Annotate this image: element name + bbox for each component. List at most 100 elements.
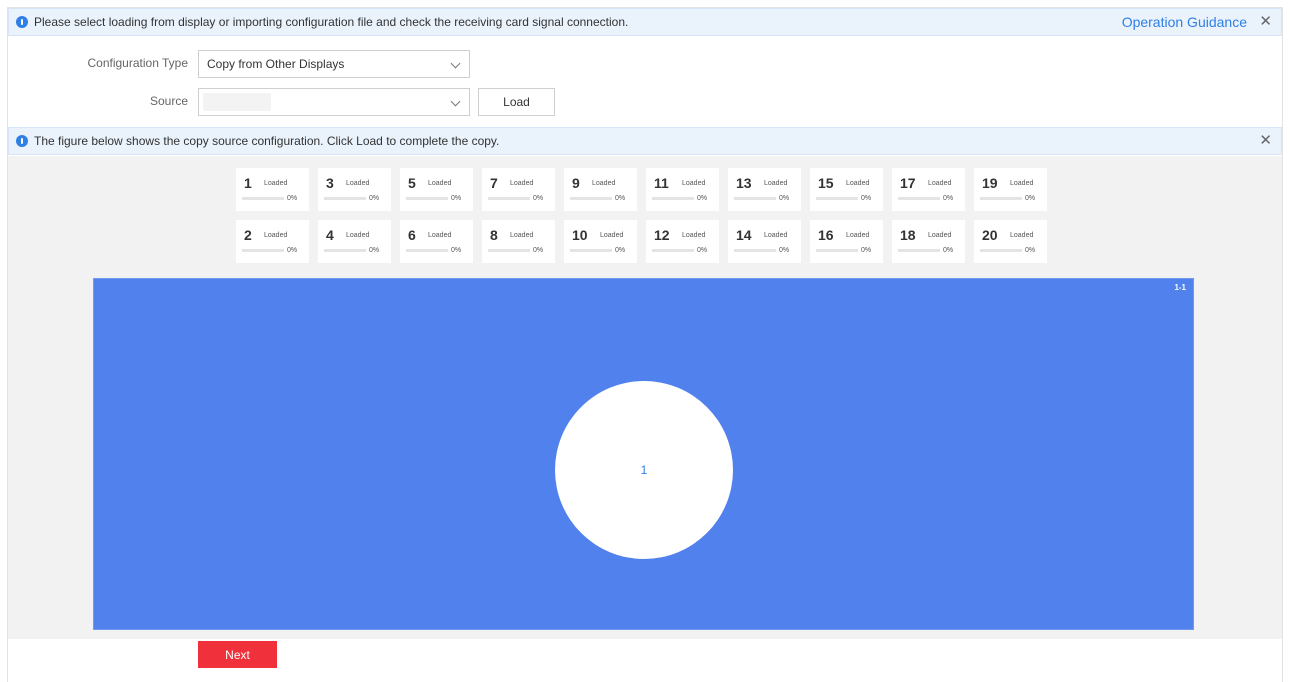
receiving-card[interactable]: 10 Loaded 0% xyxy=(564,220,637,263)
receiving-card[interactable]: 13 Loaded 0% xyxy=(728,168,801,211)
card-number: 9 xyxy=(572,175,580,191)
card-status: Loaded xyxy=(764,180,788,187)
card-number: 20 xyxy=(982,227,998,243)
card-percent: 0% xyxy=(287,247,298,254)
card-number: 16 xyxy=(818,227,834,243)
card-status: Loaded xyxy=(846,232,870,239)
card-percent: 0% xyxy=(779,247,790,254)
card-percent: 0% xyxy=(861,247,872,254)
card-status: Loaded xyxy=(846,180,870,187)
card-progress-bar xyxy=(324,197,366,200)
card-progress-bar xyxy=(816,249,858,252)
card-status: Loaded xyxy=(1010,232,1034,239)
receiving-card[interactable]: 3 Loaded 0% xyxy=(318,168,391,211)
card-progress-bar xyxy=(324,249,366,252)
source-label: Source xyxy=(149,94,188,108)
card-number: 3 xyxy=(326,175,334,191)
receiving-card[interactable]: 12 Loaded 0% xyxy=(646,220,719,263)
info-icon xyxy=(16,135,28,147)
card-percent: 0% xyxy=(287,195,298,202)
card-percent: 0% xyxy=(615,195,626,202)
card-status: Loaded xyxy=(928,180,952,187)
card-number: 18 xyxy=(900,227,916,243)
card-progress-bar xyxy=(570,197,612,200)
close-icon[interactable]: ✕ xyxy=(1259,132,1272,150)
card-number: 11 xyxy=(654,175,669,191)
card-status: Loaded xyxy=(264,232,288,239)
configuration-type-label: Configuration Type xyxy=(87,56,188,70)
receiving-card[interactable]: 18 Loaded 0% xyxy=(892,220,965,263)
card-status: Loaded xyxy=(1010,180,1034,187)
card-progress-bar xyxy=(652,197,694,200)
card-progress-bar xyxy=(980,197,1022,200)
card-number: 12 xyxy=(654,227,670,243)
card-percent: 0% xyxy=(697,247,708,254)
receiving-card[interactable]: 20 Loaded 0% xyxy=(974,220,1047,263)
receiving-card[interactable]: 11 Loaded 0% xyxy=(646,168,719,211)
receiving-card[interactable]: 1 Loaded 0% xyxy=(236,168,309,211)
next-button[interactable]: Next xyxy=(198,641,277,668)
port-circle[interactable]: 1 xyxy=(555,381,733,559)
info-banner-text: The figure below shows the copy source c… xyxy=(34,134,500,148)
receiving-card[interactable]: 14 Loaded 0% xyxy=(728,220,801,263)
info-banner-top: Please select loading from display or im… xyxy=(8,8,1282,36)
card-progress-bar xyxy=(570,249,612,252)
card-status: Loaded xyxy=(510,232,534,239)
receiving-card[interactable]: 8 Loaded 0% xyxy=(482,220,555,263)
card-status: Loaded xyxy=(346,180,370,187)
card-status: Loaded xyxy=(600,232,624,239)
card-percent: 0% xyxy=(369,195,380,202)
card-progress-bar xyxy=(898,197,940,200)
card-status: Loaded xyxy=(428,180,452,187)
info-icon xyxy=(16,16,28,28)
card-number: 8 xyxy=(490,227,498,243)
display-panel[interactable]: 1-1 1 xyxy=(93,278,1194,630)
card-progress-bar xyxy=(242,249,284,252)
card-percent: 0% xyxy=(1025,247,1036,254)
card-progress-bar xyxy=(734,249,776,252)
chevron-down-icon xyxy=(450,96,461,107)
source-select[interactable] xyxy=(198,88,470,116)
card-status: Loaded xyxy=(764,232,788,239)
card-status: Loaded xyxy=(346,232,370,239)
configuration-type-select[interactable]: Copy from Other Displays xyxy=(198,50,470,78)
display-canvas: 1 Loaded 0% 3 Loaded 0% 5 Loaded 0% 7 Loaded 0% 9 Loa… xyxy=(8,156,1282,639)
receiving-card[interactable]: 9 Loaded 0% xyxy=(564,168,637,211)
receiving-card[interactable]: 15 Loaded 0% xyxy=(810,168,883,211)
card-progress-bar xyxy=(652,249,694,252)
receiving-card[interactable]: 19 Loaded 0% xyxy=(974,168,1047,211)
card-progress-bar xyxy=(488,197,530,200)
receiving-card[interactable]: 4 Loaded 0% xyxy=(318,220,391,263)
close-icon[interactable]: ✕ xyxy=(1259,13,1272,31)
card-progress-bar xyxy=(406,249,448,252)
card-number: 4 xyxy=(326,227,334,243)
card-percent: 0% xyxy=(1025,195,1036,202)
receiving-card[interactable]: 5 Loaded 0% xyxy=(400,168,473,211)
card-progress-bar xyxy=(734,197,776,200)
card-progress-bar xyxy=(898,249,940,252)
card-percent: 0% xyxy=(697,195,708,202)
card-number: 5 xyxy=(408,175,416,191)
load-button[interactable]: Load xyxy=(478,88,555,116)
card-progress-bar xyxy=(488,249,530,252)
card-status: Loaded xyxy=(264,180,288,187)
receiving-card-grid: 1 Loaded 0% 3 Loaded 0% 5 Loaded 0% 7 Loaded 0% 9 Loa… xyxy=(236,168,1056,272)
card-percent: 0% xyxy=(861,195,872,202)
receiving-card[interactable]: 6 Loaded 0% xyxy=(400,220,473,263)
receiving-card[interactable]: 2 Loaded 0% xyxy=(236,220,309,263)
card-number: 19 xyxy=(982,175,998,191)
card-percent: 0% xyxy=(615,247,626,254)
card-progress-bar xyxy=(980,249,1022,252)
receiving-card[interactable]: 17 Loaded 0% xyxy=(892,168,965,211)
card-row: 2 Loaded 0% 4 Loaded 0% 6 Loaded 0% 8 Loaded 0% 10 Lo… xyxy=(236,220,1056,263)
card-status: Loaded xyxy=(928,232,952,239)
card-number: 15 xyxy=(818,175,834,191)
card-status: Loaded xyxy=(592,180,616,187)
configuration-type-value: Copy from Other Displays xyxy=(207,57,345,71)
operation-guidance-link[interactable]: Operation Guidance xyxy=(1122,14,1247,30)
card-percent: 0% xyxy=(533,195,544,202)
receiving-card[interactable]: 16 Loaded 0% xyxy=(810,220,883,263)
port-circle-label: 1 xyxy=(640,463,648,477)
receiving-card[interactable]: 7 Loaded 0% xyxy=(482,168,555,211)
card-number: 2 xyxy=(244,227,252,243)
